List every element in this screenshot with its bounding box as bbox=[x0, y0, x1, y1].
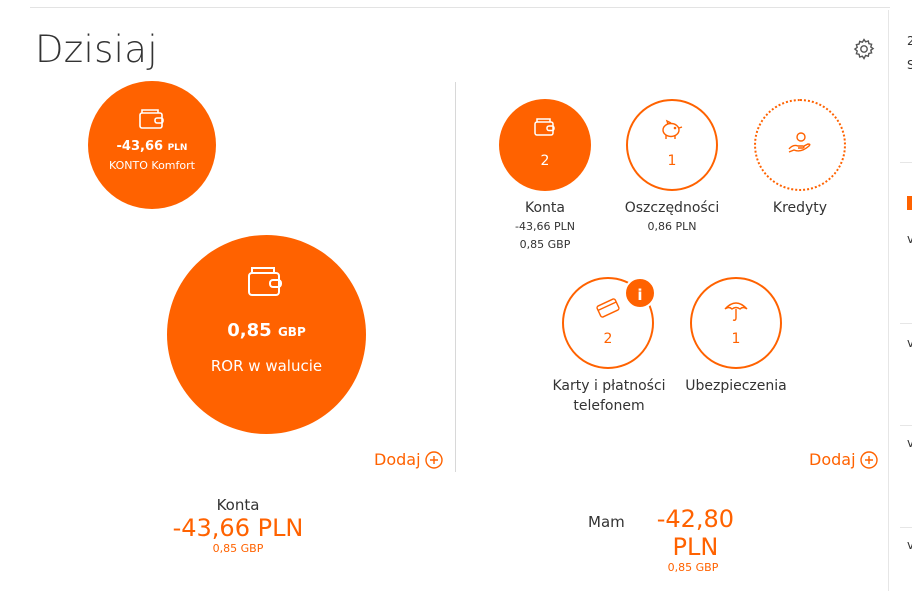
edge-fragment: S bbox=[907, 58, 912, 72]
gear-icon[interactable] bbox=[852, 37, 876, 61]
wallet-icon bbox=[534, 118, 555, 136]
account-bubble-konto-komfort[interactable]: -43,66 PLN KONTO Komfort bbox=[88, 81, 216, 209]
category-name: Oszczędności bbox=[624, 200, 720, 216]
category-name: Karty i płatności telefonem bbox=[552, 378, 666, 414]
add-account-button[interactable]: Dodaj bbox=[374, 450, 443, 469]
info-badge[interactable]: i bbox=[624, 277, 656, 309]
plus-circle-icon bbox=[859, 450, 878, 469]
edge-fragment: v bbox=[907, 436, 912, 450]
add-label: Dodaj bbox=[809, 450, 856, 469]
account-name: KONTO Komfort bbox=[109, 159, 195, 172]
category-ubezpieczenia[interactable]: 1 bbox=[690, 277, 782, 369]
category-count: 1 bbox=[667, 153, 677, 169]
wallet-icon bbox=[248, 267, 282, 296]
account-amount: -43,66 PLN bbox=[116, 139, 188, 154]
category-amount: 0,85 GBP bbox=[519, 238, 571, 251]
summary-sub-amount: 0,85 GBP bbox=[667, 561, 719, 574]
card-icon bbox=[596, 298, 620, 318]
hand-coin-icon bbox=[788, 132, 811, 153]
edge-fragment: v bbox=[907, 232, 912, 246]
edge-fragment: v bbox=[907, 336, 912, 350]
summary-amount: -42,80 PLN bbox=[656, 505, 735, 561]
edge-separator bbox=[900, 162, 912, 163]
account-amount: 0,85 GBP bbox=[227, 320, 306, 341]
category-kredyty[interactable] bbox=[754, 99, 846, 191]
edge-fragment: 2 bbox=[907, 34, 912, 48]
edge-accent bbox=[907, 196, 912, 210]
top-divider bbox=[30, 7, 890, 8]
page-title: Dzisiaj bbox=[35, 28, 158, 71]
category-name: Ubezpieczenia bbox=[685, 378, 787, 394]
edge-separator bbox=[900, 527, 912, 528]
edge-fragment: v bbox=[907, 538, 912, 552]
category-caption-kredyty: Kredyty bbox=[750, 198, 850, 218]
summary-label: Konta bbox=[216, 496, 260, 514]
wallet-icon bbox=[139, 109, 164, 129]
column-divider bbox=[455, 82, 456, 472]
category-amount: 0,86 PLN bbox=[647, 220, 697, 233]
piggy-bank-icon bbox=[662, 119, 683, 139]
category-count: 2 bbox=[603, 331, 613, 347]
category-caption-konta: Konta -43,66 PLN 0,85 GBP bbox=[494, 198, 596, 254]
edge-separator bbox=[900, 425, 912, 426]
category-oszczednosci[interactable]: 1 bbox=[626, 99, 718, 191]
category-count: 2 bbox=[540, 153, 550, 169]
summary-amount: -43,66 PLN bbox=[172, 514, 304, 542]
category-name: Kredyty bbox=[772, 200, 828, 216]
total-summary: Mam -42,80 PLN 0,85 GBP bbox=[588, 505, 758, 574]
account-name: ROR w walucie bbox=[210, 357, 323, 375]
add-label: Dodaj bbox=[374, 450, 421, 469]
edge-separator bbox=[900, 323, 912, 324]
right-panel-border bbox=[888, 10, 889, 591]
account-bubble-ror-w-walucie[interactable]: 0,85 GBP ROR w walucie bbox=[167, 235, 366, 434]
category-caption-karty: Karty i płatności telefonem bbox=[549, 376, 669, 416]
category-konta[interactable]: 2 bbox=[499, 99, 591, 191]
category-name: Konta bbox=[525, 200, 565, 216]
umbrella-icon bbox=[724, 302, 748, 321]
category-count: 1 bbox=[731, 331, 741, 347]
plus-circle-icon bbox=[424, 450, 443, 469]
accounts-summary: Konta -43,66 PLN 0,85 GBP bbox=[160, 496, 316, 555]
category-caption-oszczednosci: Oszczędności 0,86 PLN bbox=[612, 198, 732, 236]
summary-sub-amount: 0,85 GBP bbox=[212, 542, 264, 555]
summary-label: Mam bbox=[588, 513, 625, 531]
add-product-button[interactable]: Dodaj bbox=[809, 450, 878, 469]
category-amount: -43,66 PLN bbox=[515, 220, 575, 233]
category-caption-ubezpieczenia: Ubezpieczenia bbox=[680, 376, 792, 396]
